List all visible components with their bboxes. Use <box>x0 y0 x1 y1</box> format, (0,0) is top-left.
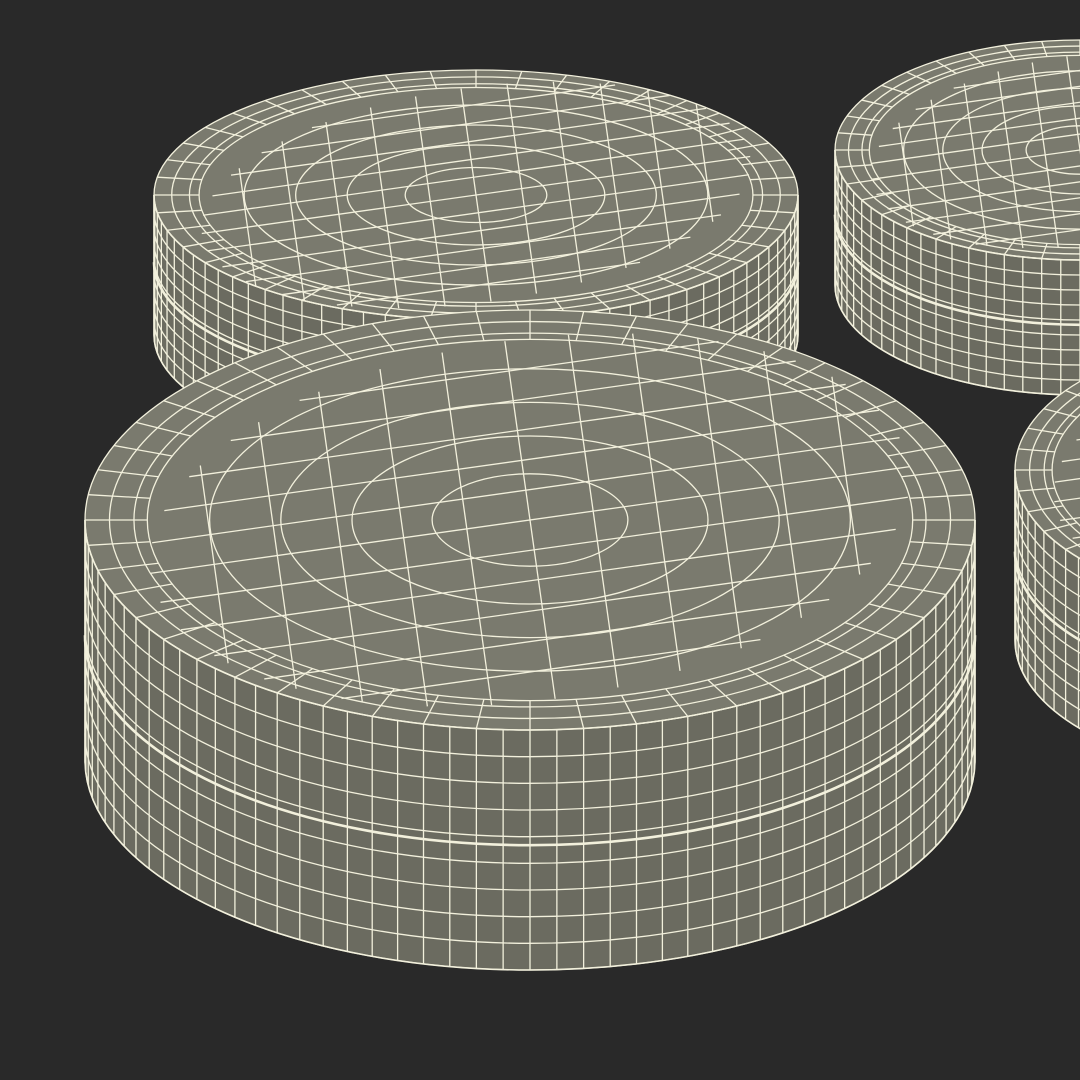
puck-right-partial <box>1013 380 1080 730</box>
render-viewport <box>0 0 1080 1080</box>
puck-front <box>83 309 977 971</box>
wireframe-render <box>83 39 1080 971</box>
puck-back-right <box>833 39 1080 396</box>
